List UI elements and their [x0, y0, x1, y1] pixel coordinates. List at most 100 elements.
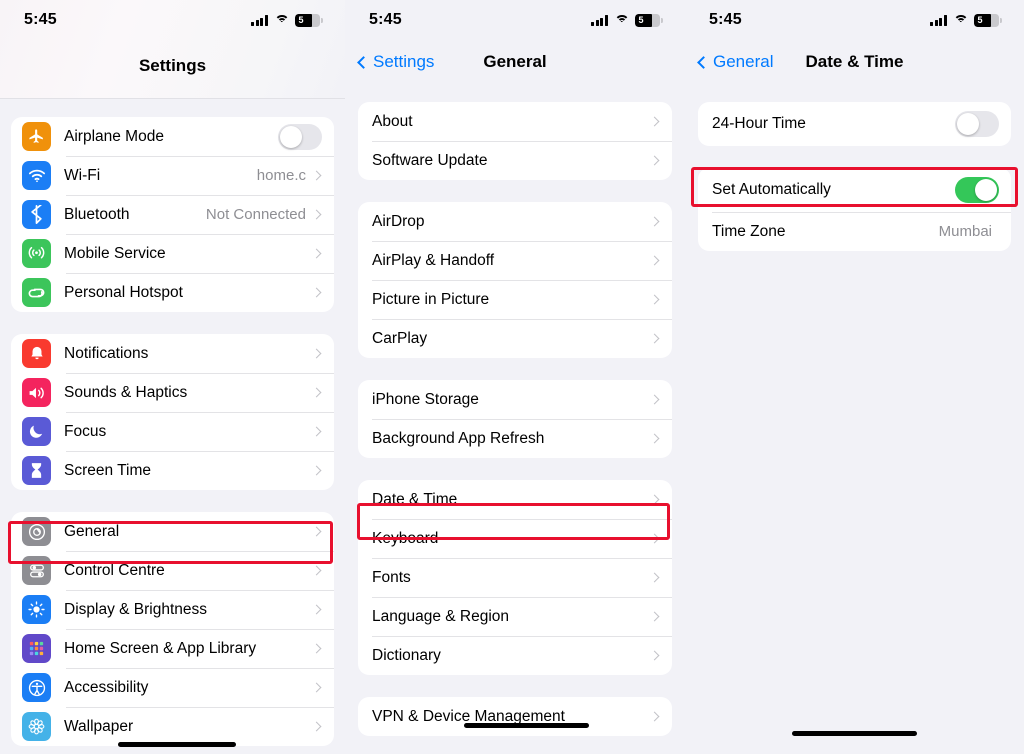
row-control-centre[interactable]: Control Centre [11, 551, 334, 590]
home-indicator [792, 731, 917, 736]
row-language-region[interactable]: Language & Region [358, 597, 672, 636]
chevron-right-icon [311, 565, 322, 576]
row-screen-time[interactable]: Screen Time [11, 451, 334, 490]
set-automatically-toggle[interactable] [955, 177, 999, 203]
cellular-bars-icon [251, 15, 268, 26]
row-background-app-refresh[interactable]: Background App Refresh [358, 419, 672, 458]
chevron-right-icon [649, 572, 660, 583]
row-wifi[interactable]: Wi-Fi home.c [11, 156, 334, 195]
general-group-4: Date & Time Keyboard Fonts Language & Re… [358, 480, 672, 675]
wifi-icon [274, 14, 289, 26]
row-sounds-haptics[interactable]: Sounds & Haptics [11, 373, 334, 412]
home-indicator [464, 723, 589, 728]
back-button-general[interactable]: General [697, 52, 773, 72]
chevron-right-icon [649, 294, 660, 305]
chevron-right-icon [649, 533, 660, 544]
row-label: Background App Refresh [372, 429, 545, 447]
row-iphone-storage[interactable]: iPhone Storage [358, 380, 672, 419]
general-group-5: VPN & Device Management [358, 697, 672, 736]
battery-level-text: 5 [638, 14, 644, 25]
settings-group-notifications: Notifications Sounds & Haptics Focus Scr… [11, 334, 334, 490]
row-display-brightness[interactable]: Display & Brightness [11, 590, 334, 629]
row-set-automatically[interactable]: Set Automatically [698, 168, 1011, 212]
chevron-right-icon [649, 333, 660, 344]
wifi-icon [614, 14, 629, 26]
row-label: Focus [64, 422, 107, 440]
row-airdrop[interactable]: AirDrop [358, 202, 672, 241]
cellular-bars-icon [591, 15, 608, 26]
row-notifications[interactable]: Notifications [11, 334, 334, 373]
row-airplay-handoff[interactable]: AirPlay & Handoff [358, 241, 672, 280]
24-hour-time-toggle[interactable] [955, 111, 999, 137]
row-keyboard[interactable]: Keyboard [358, 519, 672, 558]
row-wallpaper[interactable]: Wallpaper [11, 707, 334, 746]
chevron-right-icon [649, 116, 660, 127]
chevron-right-icon [311, 426, 322, 437]
row-label: Mobile Service [64, 244, 166, 262]
chevron-right-icon [649, 433, 660, 444]
settings-group-system: General Control Centre Display & Brightn… [11, 512, 334, 746]
chevron-right-icon [649, 255, 660, 266]
row-mobile-service[interactable]: Mobile Service [11, 234, 334, 273]
row-date-time[interactable]: Date & Time [358, 480, 672, 519]
navigation-bar: Settings [0, 40, 345, 92]
row-bluetooth[interactable]: Bluetooth Not Connected [11, 195, 334, 234]
row-personal-hotspot[interactable]: Personal Hotspot [11, 273, 334, 312]
row-label: Fonts [372, 568, 411, 586]
row-general[interactable]: General [11, 512, 334, 551]
chevron-right-icon [311, 287, 322, 298]
row-focus[interactable]: Focus [11, 412, 334, 451]
chevron-right-icon [649, 650, 660, 661]
row-label: Wallpaper [64, 717, 134, 735]
navigation-bar: Settings General [345, 40, 685, 84]
app-grid-icon [22, 634, 51, 663]
row-vpn-device-management[interactable]: VPN & Device Management [358, 697, 672, 736]
row-label: Wi-Fi [64, 166, 101, 184]
row-accessibility[interactable]: Accessibility [11, 668, 334, 707]
battery-icon: 5 [635, 13, 663, 27]
general-group-1: About Software Update [358, 102, 672, 180]
row-label: AirPlay & Handoff [372, 251, 495, 269]
row-label: Bluetooth [64, 205, 130, 223]
row-label: General [64, 522, 120, 540]
navigation-bar: General Date & Time [685, 40, 1024, 84]
row-carplay[interactable]: CarPlay [358, 319, 672, 358]
row-label: Home Screen & App Library [64, 639, 257, 657]
brightness-icon [22, 595, 51, 624]
page-title: Settings [138, 56, 207, 75]
row-picture-in-picture[interactable]: Picture in Picture [358, 280, 672, 319]
row-home-screen-app-library[interactable]: Home Screen & App Library [11, 629, 334, 668]
flower-icon [22, 712, 51, 741]
settings-group-connectivity: Airplane Mode Wi-Fi home.c Bluetooth Not… [11, 117, 334, 312]
row-about[interactable]: About [358, 102, 672, 141]
chevron-right-icon [311, 465, 322, 476]
row-airplane-mode[interactable]: Airplane Mode [11, 117, 334, 156]
row-dictionary[interactable]: Dictionary [358, 636, 672, 675]
date-time-nav-area: 5:45 5 General Date & Time [685, 0, 1024, 84]
row-software-update[interactable]: Software Update [358, 141, 672, 180]
gear-icon [22, 517, 51, 546]
page-title: General [483, 52, 547, 71]
row-label: Software Update [372, 151, 488, 169]
battery-level-text: 5 [298, 14, 304, 25]
status-bar: 5:45 5 [345, 0, 685, 40]
airplane-mode-toggle[interactable] [278, 123, 322, 150]
row-label: Control Centre [64, 561, 165, 579]
phone-screen-date-time: 5:45 5 General Date & Time 24-Hour Time … [685, 0, 1024, 754]
home-indicator [118, 742, 236, 747]
row-24-hour-time[interactable]: 24-Hour Time [698, 102, 1011, 146]
chevron-right-icon [311, 348, 322, 359]
row-fonts[interactable]: Fonts [358, 558, 672, 597]
chevron-right-icon [649, 216, 660, 227]
row-value: home.c [256, 167, 306, 184]
row-time-zone[interactable]: Time Zone Mumbai [698, 212, 1011, 251]
bluetooth-icon [22, 200, 51, 229]
row-label: AirDrop [372, 212, 425, 230]
row-label: Picture in Picture [372, 290, 490, 308]
sliders-icon [22, 556, 51, 585]
airplane-icon [22, 122, 51, 151]
status-bar: 5:45 5 [0, 0, 345, 40]
wifi-icon [953, 14, 968, 26]
speaker-icon [22, 378, 51, 407]
back-button-settings[interactable]: Settings [357, 52, 434, 72]
